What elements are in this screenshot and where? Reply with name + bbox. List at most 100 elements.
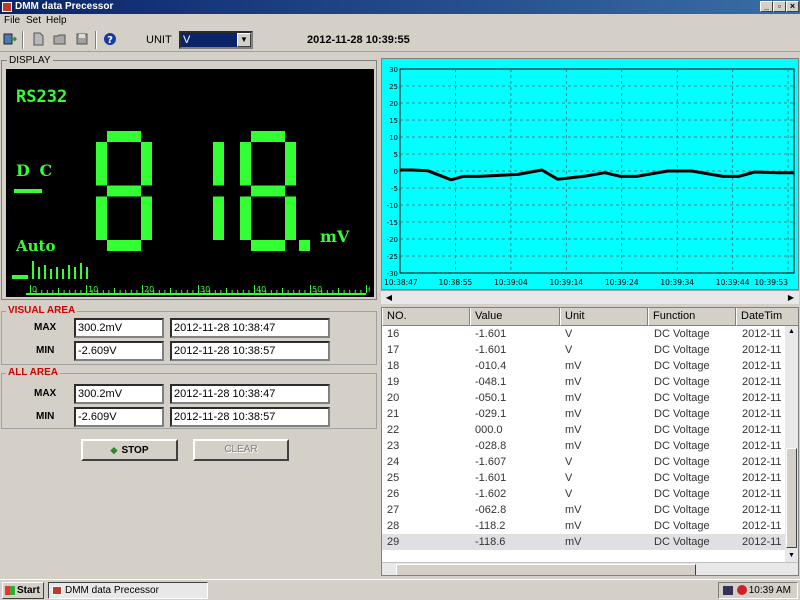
column-header-value[interactable]: Value [470, 308, 560, 326]
mode-indicator: D C [16, 161, 55, 180]
menu-file[interactable]: File [4, 14, 20, 28]
table-row[interactable]: 27 -062.8 mV DC Voltage 2012-11 [382, 502, 787, 518]
table-cell: 29 [387, 536, 400, 548]
security-icon[interactable] [737, 585, 747, 595]
table-cell: -1.607 [475, 456, 507, 468]
table-row[interactable]: 25 -1.601 V DC Voltage 2012-11 [382, 470, 787, 486]
unit-select[interactable]: V ▼ [179, 31, 253, 49]
table-cell: -118.6 [475, 536, 506, 548]
help-icon[interactable]: ? [103, 32, 117, 46]
table-row[interactable]: 17 -1.601 V DC Voltage 2012-11 [382, 342, 787, 358]
table-row[interactable]: 16 -1.601 V DC Voltage 2012-11 [382, 326, 787, 342]
table-cell: 2012-11 [742, 328, 782, 340]
table-cell: DC Voltage [654, 408, 710, 420]
scale-tick [332, 290, 334, 293]
scale-label: 30 [200, 285, 210, 294]
chart-scrollbar[interactable]: ◀ ▶ [381, 290, 799, 304]
table-cell: -062.8 [475, 504, 507, 516]
table-cell: mV [565, 392, 582, 404]
table-row[interactable]: 20 -050.1 mV DC Voltage 2012-11 [382, 390, 787, 406]
table-cell: DC Voltage [654, 328, 710, 340]
scroll-right-icon[interactable]: ▶ [785, 292, 797, 304]
chevron-down-icon[interactable]: ▼ [237, 33, 251, 47]
scale-tick [46, 290, 48, 293]
table-cell: 28 [387, 520, 400, 532]
y-tick-label: -5 [391, 185, 398, 193]
table-header: NO. Value Unit Function DateTim [382, 308, 798, 326]
save-icon[interactable] [75, 32, 89, 46]
scale-tick [136, 290, 138, 293]
table-row[interactable]: 22 000.0 mV DC Voltage 2012-11 [382, 422, 787, 438]
table-cell: 27 [387, 504, 400, 516]
table-cell: DC Voltage [654, 424, 710, 436]
table-cell: -1.601 [475, 344, 507, 356]
visual-max-time: 2012-11-28 10:38:47 [170, 318, 330, 338]
start-button[interactable]: Start [2, 582, 44, 599]
table-vertical-scrollbar[interactable]: ▲ ▼ [785, 326, 798, 562]
clear-button[interactable]: CLEAR [193, 439, 289, 461]
table-cell: 2012-11 [742, 440, 782, 452]
table-cell: V [565, 488, 573, 500]
table-cell: -1.602 [475, 488, 507, 500]
analog-scale: 0 10 20 30 40 50 60 [26, 285, 370, 295]
open-icon[interactable] [53, 32, 67, 46]
data-table: NO. Value Unit Function DateTim 16 -1.601… [381, 307, 799, 576]
scroll-up-icon[interactable]: ▲ [785, 326, 798, 338]
all-min-value: -2.609V [74, 407, 164, 427]
scale-tick [125, 290, 127, 293]
visual-min-value: -2.609V [74, 341, 164, 361]
table-row[interactable]: 26 -1.602 V DC Voltage 2012-11 [382, 486, 787, 502]
table-row[interactable]: 28 -118.2 mV DC Voltage 2012-11 [382, 518, 787, 534]
y-tick-label: -10 [387, 202, 398, 210]
scroll-thumb[interactable] [396, 564, 696, 575]
table-row[interactable]: 29 -118.6 mV DC Voltage 2012-11 [382, 534, 787, 550]
table-row[interactable]: 23 -028.8 mV DC Voltage 2012-11 [382, 438, 787, 454]
table-cell: mV [565, 536, 582, 548]
table-cell: -1.601 [475, 328, 507, 340]
table-row[interactable]: 24 -1.607 V DC Voltage 2012-11 [382, 454, 787, 470]
all-area-legend: ALL AREA [6, 367, 60, 378]
close-button[interactable]: × [786, 1, 799, 12]
toolbar-separator [22, 31, 24, 49]
menu-help[interactable]: Help [46, 14, 67, 28]
visual-area-legend: VISUAL AREA [6, 305, 78, 316]
table-row[interactable]: 18 -010.4 mV DC Voltage 2012-11 [382, 358, 787, 374]
maximize-button[interactable]: ▫ [773, 1, 786, 12]
exit-icon[interactable] [3, 32, 17, 46]
table-horizontal-scrollbar[interactable] [382, 562, 798, 575]
scale-tick [226, 288, 227, 293]
table-cell: DC Voltage [654, 536, 710, 548]
column-header-unit[interactable]: Unit [560, 308, 648, 326]
table-cell: mV [565, 504, 582, 516]
table-cell: 2012-11 [742, 488, 782, 500]
scale-tick [293, 290, 295, 293]
new-file-icon[interactable] [31, 32, 45, 46]
menu-set[interactable]: Set [26, 14, 41, 28]
column-header-datetime[interactable]: DateTim [736, 308, 798, 326]
scroll-left-icon[interactable]: ◀ [383, 292, 395, 304]
visual-min-label: MIN [36, 345, 55, 356]
network-icon[interactable] [723, 586, 733, 595]
window-title: DMM data Precessor [15, 1, 114, 12]
scroll-down-icon[interactable]: ▼ [785, 550, 798, 562]
start-label: Start [17, 585, 40, 596]
table-row[interactable]: 19 -048.1 mV DC Voltage 2012-11 [382, 374, 787, 390]
table-cell: V [565, 472, 573, 484]
table-cell: DC Voltage [654, 344, 710, 356]
toolbar-separator [95, 31, 97, 49]
y-tick-label: -25 [387, 253, 398, 261]
table-cell: V [565, 328, 573, 340]
minimize-button[interactable]: _ [760, 1, 773, 12]
scale-tick [298, 290, 300, 293]
column-header-no[interactable]: NO. [382, 308, 470, 326]
table-row[interactable]: 21 -029.1 mV DC Voltage 2012-11 [382, 406, 787, 422]
scroll-thumb[interactable] [786, 448, 797, 548]
scale-tick [287, 290, 289, 293]
taskbar-app-button[interactable]: DMM data Precessor [48, 582, 208, 599]
column-header-function[interactable]: Function [648, 308, 736, 326]
table-cell: V [565, 456, 573, 468]
stop-button[interactable]: ◆ STOP [81, 439, 178, 461]
main-reading [96, 131, 310, 251]
table-cell: mV [565, 440, 582, 452]
table-body: 16 -1.601 V DC Voltage 2012-11 17 -1.601 V DC Vo… [382, 326, 787, 550]
